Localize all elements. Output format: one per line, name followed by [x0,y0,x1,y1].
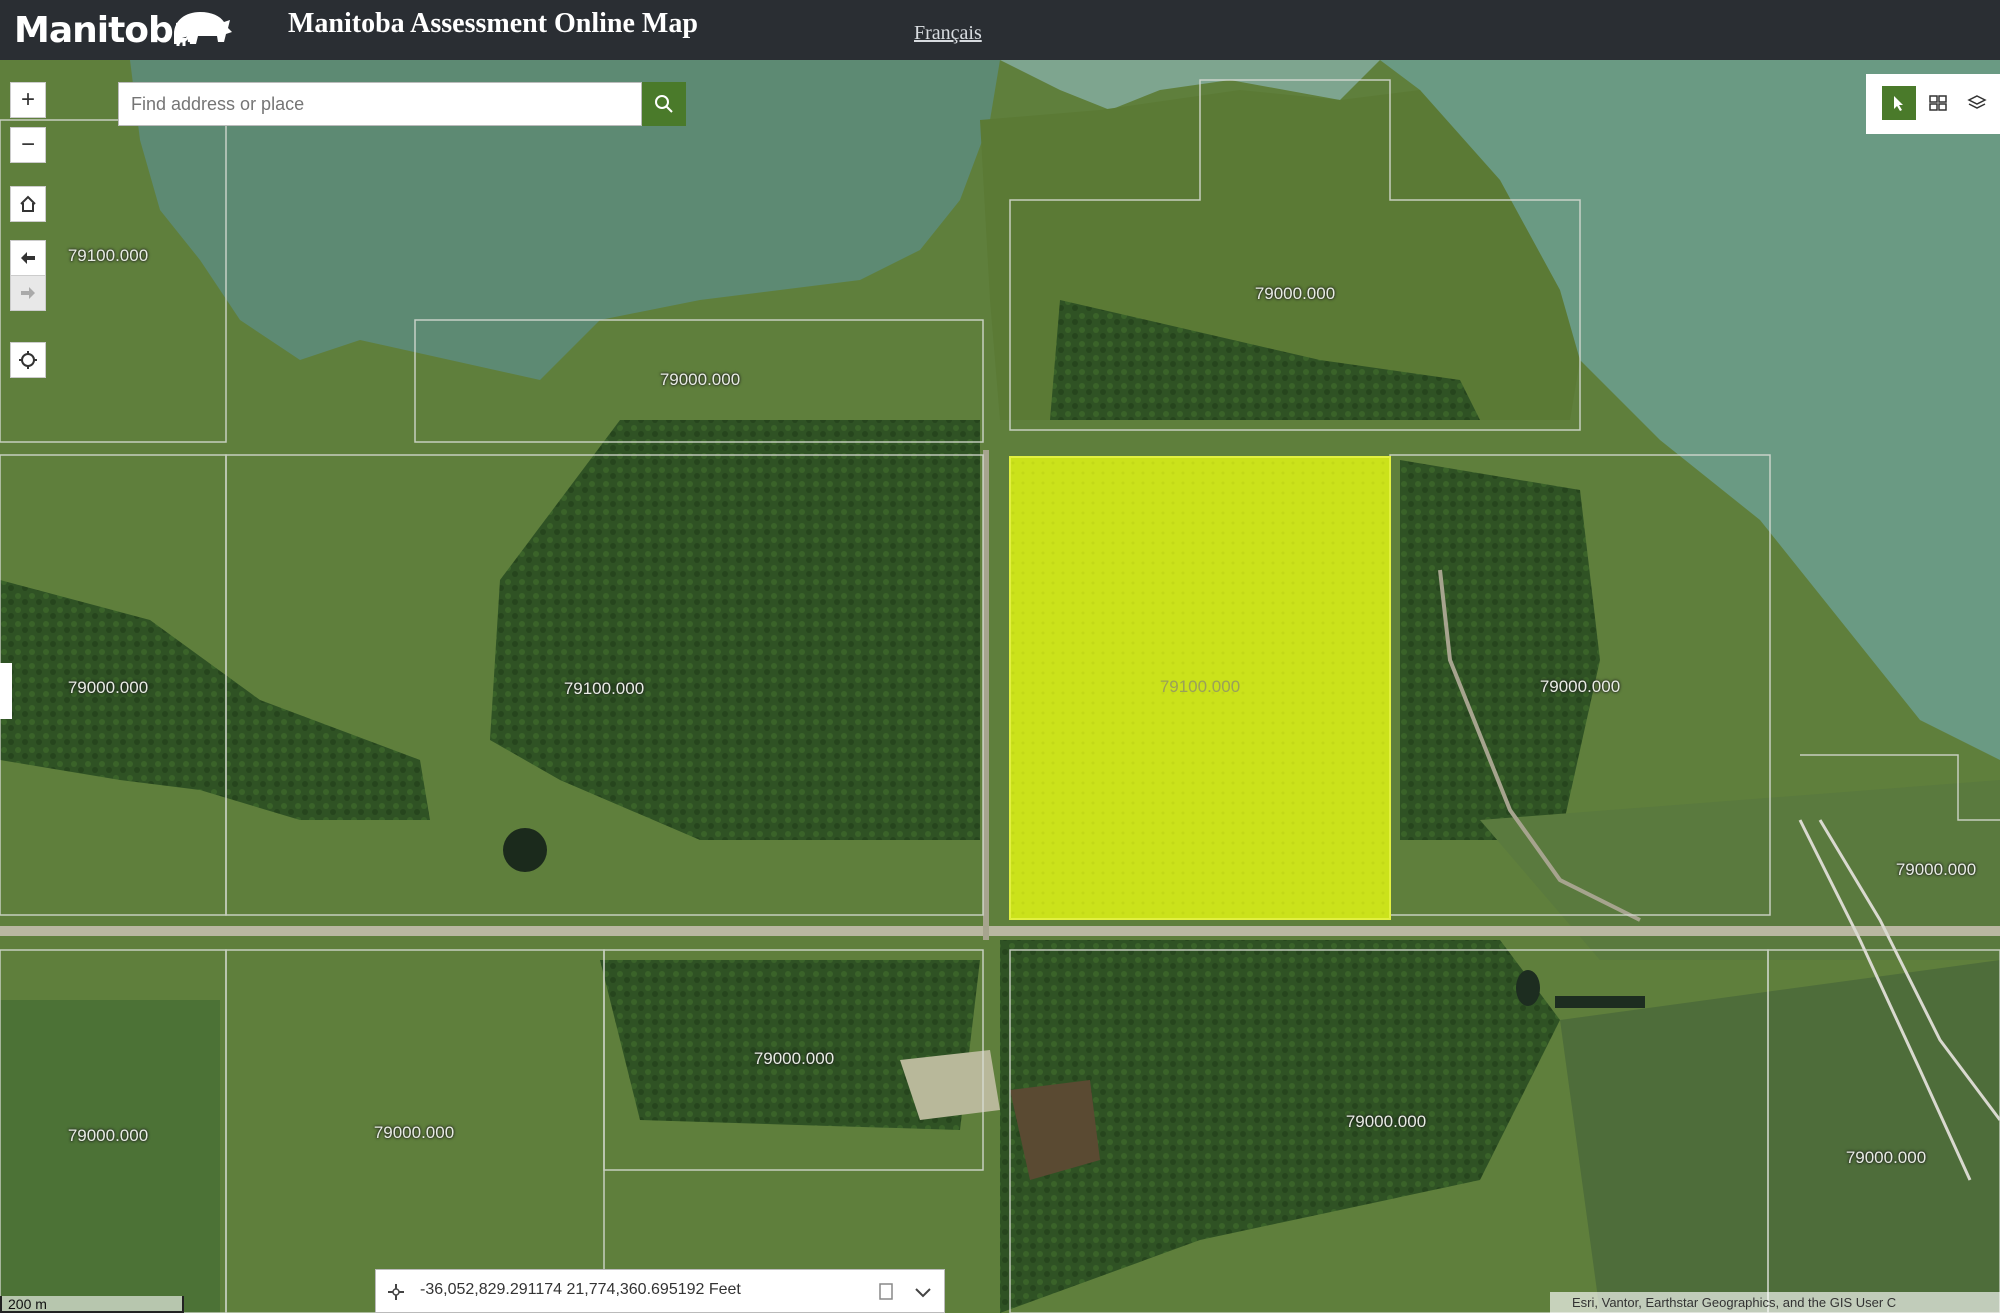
parcel-label: 79100.000 [563,679,645,698]
satellite-basemap [0,60,2000,1313]
parcel-label: 79000.000 [1539,677,1621,696]
next-extent-button[interactable] [10,275,46,311]
coordinate-widget: -36,052,829.291174 21,774,360.695192 Fee… [375,1269,945,1313]
language-toggle-link[interactable]: Français [914,22,982,45]
parcel-label: 79000.000 [753,1049,835,1068]
parcel-label: 79000.000 [1254,284,1336,303]
parcel-label: 79000.000 [67,678,149,697]
parcel-label: 79000.000 [1845,1148,1927,1167]
basemap-gallery-button[interactable] [1921,86,1955,120]
coordinate-value: -36,052,829.291174 21,774,360.695192 Fee… [420,1281,741,1298]
chevron-down-icon[interactable] [908,1280,938,1304]
search-box [118,82,642,126]
search-input[interactable] [119,83,641,125]
basemap-gallery-icon [1929,95,1947,111]
crosshair-icon[interactable] [382,1278,410,1306]
zoom-in-button[interactable]: + [10,82,46,118]
select-tool-button[interactable] [1882,86,1916,120]
locate-button[interactable] [10,342,46,378]
parcel-label: 79100.000 [67,246,149,265]
map-toolbar [1866,74,2000,134]
search-icon [655,95,673,113]
zoom-out-button[interactable]: − [10,127,46,163]
side-panel-toggle[interactable] [0,663,12,719]
home-icon [20,195,36,212]
parcel-label: 79000.000 [1895,860,1977,879]
map-view[interactable]: 79100.000 79000.000 79000.000 79000.000 … [0,60,2000,1313]
previous-extent-button[interactable] [10,240,46,276]
app-title: Manitoba Assessment Online Map [288,8,698,39]
app-header: Manitoba Manitoba Assessment Online Map … [0,0,2000,60]
scale-bar: 200 m [0,1296,184,1313]
home-button[interactable] [10,186,46,222]
layer-list-icon [1967,95,1987,109]
parcel-label: 79000.000 [67,1126,149,1145]
next-extent-icon [21,287,35,299]
selected-parcel-label: 79100.000 [1159,677,1241,696]
bison-icon [174,12,232,46]
parcel-label: 79000.000 [659,370,741,389]
map-attribution: Esri, Vantor, Earthstar Geographics, and… [1550,1292,2000,1313]
parcel-label: 79000.000 [1345,1112,1427,1131]
parcel-label: 79000.000 [373,1123,455,1142]
layer-list-button[interactable] [1960,86,1994,120]
select-tool-icon [1894,96,1903,111]
search-button[interactable] [642,82,686,126]
copy-icon[interactable] [876,1280,898,1304]
previous-extent-icon [21,252,35,264]
locate-icon [19,351,37,369]
